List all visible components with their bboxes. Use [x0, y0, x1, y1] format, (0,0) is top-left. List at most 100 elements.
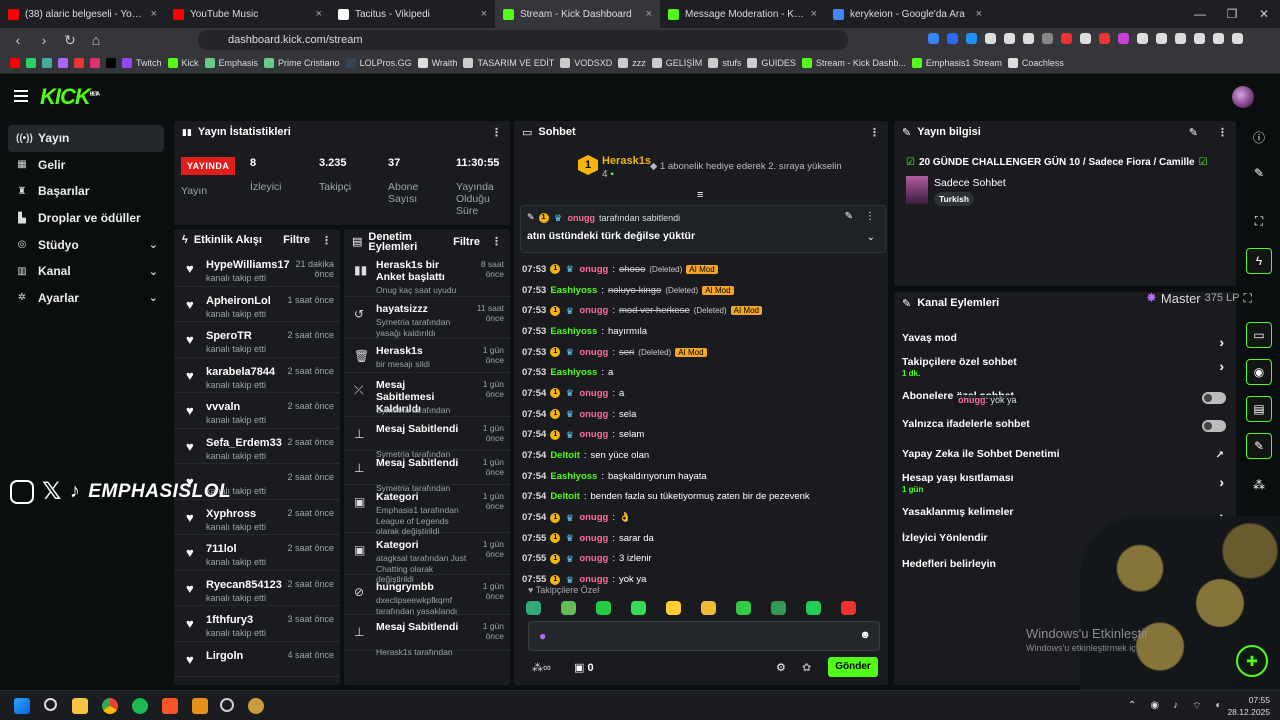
send-button[interactable]: Gönder [828, 657, 878, 677]
activity-row[interactable]: ♥ HypeWilliams17 kanalı takip etti 21 dakik… [174, 251, 340, 287]
close-tab-icon[interactable]: × [316, 8, 322, 20]
bookmark-item[interactable]: stufs [708, 57, 741, 68]
browser-tab[interactable]: Tacitus - Vikipedi × [330, 0, 495, 28]
emote-icon[interactable] [526, 601, 541, 615]
bookmark-item[interactable]: Prime Cristiano [264, 57, 340, 68]
chat-toggle-icon[interactable]: ▭ [1246, 322, 1272, 348]
follower-name[interactable]: HypeWilliams17 [206, 259, 290, 271]
channel-action-row[interactable]: Takipçilere özel sohbet 1 dk. › [894, 356, 1236, 380]
bookmark-icon[interactable] [10, 57, 20, 68]
activity-row[interactable]: ♥ Sefa_Erdem33 kanalı takip etti 2 saat önc… [174, 429, 340, 464]
extension-icon[interactable] [1137, 33, 1148, 44]
activity-row[interactable]: ♥ Lirgoln 4 saat önce [174, 642, 340, 677]
extension-icon[interactable] [966, 33, 977, 44]
extension-icon[interactable] [1042, 33, 1053, 44]
emoji-icon[interactable]: ☻ [859, 629, 871, 641]
activity-toggle-icon[interactable]: ϟ [1246, 248, 1272, 274]
pin-toggle-icon[interactable]: ✎ [845, 211, 853, 222]
collapse-icon[interactable]: ≡ [697, 189, 703, 201]
close-tab-icon[interactable]: × [976, 8, 982, 20]
pinned-more-icon[interactable]: ⋮ [865, 211, 875, 222]
extension-icon[interactable] [1118, 33, 1129, 44]
file-explorer-icon[interactable] [72, 698, 88, 714]
activity-row[interactable]: ♥ 711lol kanalı takip etti 2 saat önce [174, 535, 340, 571]
moderation-row[interactable]: ⊥ Mesaj Sabitlendi Symetria tarafından 1 gü… [344, 417, 510, 459]
chat-message[interactable]: 07:54 Deltoit: benden fazla su tüketiyormu… [522, 487, 882, 508]
system-tray[interactable]: ⌃ ◉ ♪ ⌔ ◐ [1128, 700, 1222, 713]
forward-icon[interactable]: › [34, 32, 54, 48]
message-username[interactable]: Eashiyoss [550, 367, 597, 378]
broadcast-toggle-icon[interactable]: ◉ [1246, 359, 1272, 385]
bookmark-item[interactable]: LOLPros.GG [345, 57, 412, 68]
bookmark-icon[interactable] [58, 57, 68, 68]
chat-message[interactable]: 07:53 Eashiyoss: a [522, 362, 882, 383]
chat-message[interactable]: 07:54 1 ♛ onugg: selam [522, 425, 882, 446]
close-tab-icon[interactable]: × [481, 8, 487, 20]
bookmark-item[interactable]: GUIDES [747, 57, 796, 68]
category-name[interactable]: Sadece Sohbet [934, 177, 1006, 189]
user-avatar[interactable] [1232, 86, 1254, 108]
extension-icon[interactable] [1080, 33, 1091, 44]
chevron-right-icon[interactable]: › [1219, 474, 1224, 490]
extension-icon[interactable] [1194, 33, 1205, 44]
channel-action-row[interactable]: Hesap yaşı kısıtlaması 1 gün › [894, 472, 1236, 496]
chat-message[interactable]: 07:55 1 ♛ onugg: sarar da [522, 528, 882, 549]
browser-tab[interactable]: Stream - Kick Dashboard × [495, 0, 660, 28]
follower-name[interactable]: vvvaln [206, 401, 240, 413]
activity-row[interactable]: ♥ SperoTR kanalı takip etti 2 saat önce [174, 322, 340, 358]
more-icon[interactable]: ⋮ [1217, 126, 1228, 139]
message-username[interactable]: Eashiyoss [550, 285, 597, 296]
maximize-button[interactable]: ❐ [1216, 7, 1248, 21]
tools-toggle-icon[interactable]: ✎ [1246, 433, 1272, 459]
chat-message[interactable]: 07:54 Eashiyoss: başkaldırıyorum hayata [522, 466, 882, 487]
follower-name[interactable]: Xyphross [206, 508, 256, 520]
moderation-row[interactable]: ⤫ Mesaj Sabitlemesi Kaldırıldı Symetria ta… [344, 373, 510, 417]
minimize-button[interactable]: — [1184, 7, 1216, 21]
moderation-row[interactable]: ▣ Kategori atagksal tarafından Just Chatti… [344, 533, 510, 584]
moderation-row[interactable]: ⊥ Mesaj Sabitlendi Symetria tarafından 1 gü… [344, 451, 510, 493]
browser-tab[interactable]: (38) alaric belgeseli - YouTube × [0, 0, 165, 28]
follower-name[interactable]: ApheironLol [206, 295, 271, 307]
extension-icon[interactable] [1004, 33, 1015, 44]
edit-icon[interactable]: ✎ [1246, 160, 1272, 186]
follower-name[interactable]: Lirgoln [206, 650, 243, 662]
url-field[interactable]: dashboard.kick.com/stream [198, 30, 848, 50]
toggle-switch[interactable] [1202, 392, 1226, 404]
home-icon[interactable]: ⌂ [86, 32, 106, 48]
follower-name[interactable]: 1fthfury3 [206, 614, 253, 626]
follower-name[interactable]: 711lol [206, 543, 237, 555]
gift-leader-name[interactable]: Herask1s [602, 155, 651, 167]
emote-icon[interactable] [666, 601, 681, 615]
chevron-right-icon[interactable]: › [1219, 334, 1224, 350]
chat-message[interactable]: 07:53 Eashiyoss: hayırmıla [522, 321, 882, 342]
activity-row[interactable]: ♥ 1fthfury3 kanalı takip etti 3 saat önce [174, 606, 340, 642]
message-username[interactable]: onugg [579, 264, 608, 275]
category-thumbnail[interactable] [906, 176, 928, 204]
extension-icon[interactable] [1232, 33, 1243, 44]
chat-message[interactable]: 07:54 1 ♛ onugg: sela [522, 404, 882, 425]
emote-icon[interactable] [806, 601, 821, 615]
bookmark-item[interactable]: Twitch [122, 57, 162, 68]
spotify-icon[interactable] [132, 698, 148, 714]
sidebar-item-drops[interactable]: ▙ Droplar ve ödüller [8, 205, 164, 232]
bookmark-item[interactable]: TASARIM VE EDİT [463, 57, 554, 68]
emote-icon[interactable] [736, 601, 751, 615]
message-username[interactable]: Deltoit [550, 450, 580, 461]
activity-row[interactable]: ♥ karabela7844 kanalı takip etti 2 saat önc… [174, 358, 340, 393]
follower-name[interactable]: SperoTR [206, 330, 252, 342]
obs-icon[interactable] [220, 698, 234, 712]
moderation-row[interactable]: ↺ hayatsizzz Symetria tarafından yasağı ka… [344, 297, 510, 339]
mic-icon[interactable]: ● [539, 629, 546, 643]
message-username[interactable]: onugg [579, 388, 608, 399]
message-username[interactable]: Eashiyoss [550, 326, 597, 337]
bookmark-item[interactable]: Emphasis1 Stream [911, 57, 1002, 68]
bookmark-item[interactable]: GELİŞİM [651, 57, 702, 68]
emote-icon[interactable] [701, 601, 716, 615]
chat-message[interactable]: 07:55 1 ♛ onugg:3 izlenir [522, 549, 882, 570]
emote-icon[interactable] [771, 601, 786, 615]
close-window-button[interactable]: ✕ [1248, 7, 1280, 21]
bookmark-item[interactable]: Coachless [1007, 57, 1064, 68]
extension-icon[interactable] [928, 33, 939, 44]
chat-message[interactable]: 07:53 1 ♛ onugg: mod ver herkese (Deleted) AI … [522, 300, 882, 321]
message-username[interactable]: onugg [579, 347, 608, 358]
